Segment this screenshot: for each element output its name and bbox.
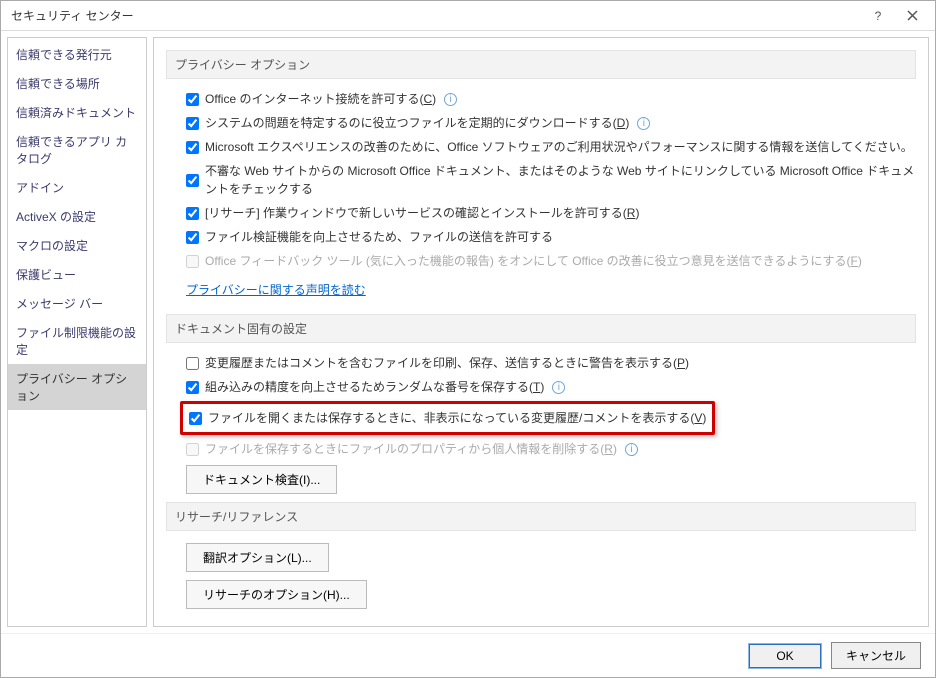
sidebar-item-trusted-locations[interactable]: 信頼できる場所 bbox=[8, 69, 146, 98]
document-inspector-button[interactable]: ドキュメント検査(I)... bbox=[186, 465, 337, 494]
window-title: セキュリティ センター bbox=[11, 7, 861, 24]
sidebar-item-macro[interactable]: マクロの設定 bbox=[8, 231, 146, 260]
close-button[interactable] bbox=[895, 4, 929, 28]
opt-download-files: システムの問題を特定するのに役立つファイルを定期的にダウンロードする(D) i bbox=[166, 111, 916, 135]
info-icon[interactable]: i bbox=[637, 117, 650, 130]
sidebar-item-privacy-options[interactable]: プライバシー オプション bbox=[8, 364, 146, 410]
checkbox-send-usage[interactable] bbox=[186, 141, 199, 154]
section-research: リサーチ/リファレンス bbox=[166, 502, 916, 531]
checkbox-file-validation[interactable] bbox=[186, 231, 199, 244]
section-privacy-options: プライバシー オプション bbox=[166, 50, 916, 79]
section-doc-specific: ドキュメント固有の設定 bbox=[166, 314, 916, 343]
checkbox-show-hidden-revisions[interactable] bbox=[189, 412, 202, 425]
dialog-body: 信頼できる発行元 信頼できる場所 信頼済みドキュメント 信頼できるアプリ カタロ… bbox=[1, 31, 935, 633]
category-sidebar: 信頼できる発行元 信頼できる場所 信頼済みドキュメント 信頼できるアプリ カタロ… bbox=[7, 37, 147, 627]
checkbox-check-suspicious[interactable] bbox=[186, 174, 199, 187]
sidebar-item-activex[interactable]: ActiveX の設定 bbox=[8, 202, 146, 231]
opt-store-random: 組み込みの精度を向上させるためランダムな番号を保存する(T) i bbox=[166, 375, 916, 399]
ok-button[interactable]: OK bbox=[749, 644, 821, 668]
info-icon[interactable]: i bbox=[625, 443, 638, 456]
sidebar-item-message-bar[interactable]: メッセージ バー bbox=[8, 289, 146, 318]
checkbox-allow-internet[interactable] bbox=[186, 93, 199, 106]
opt-remove-personal-info: ファイルを保存するときにファイルのプロパティから個人情報を削除する(R) i bbox=[166, 437, 916, 461]
sidebar-item-trusted-documents[interactable]: 信頼済みドキュメント bbox=[8, 98, 146, 127]
opt-feedback-tool: Office フィードバック ツール (気に入った機能の報告) をオンにして O… bbox=[166, 249, 916, 273]
help-button[interactable]: ? bbox=[861, 4, 895, 28]
sidebar-item-addins[interactable]: アドイン bbox=[8, 173, 146, 202]
opt-allow-internet: Office のインターネット接続を許可する(C) i bbox=[166, 87, 916, 111]
checkbox-warn-on-print[interactable] bbox=[186, 357, 199, 370]
opt-research-services: [リサーチ] 作業ウィンドウで新しいサービスの確認とインストールを許可する(R) bbox=[166, 201, 916, 225]
checkbox-download-files[interactable] bbox=[186, 117, 199, 130]
checkbox-feedback-tool bbox=[186, 255, 199, 268]
research-options-button[interactable]: リサーチのオプション(H)... bbox=[186, 580, 367, 609]
content-panel: プライバシー オプション Office のインターネット接続を許可する(C) i… bbox=[153, 37, 929, 627]
info-icon[interactable]: i bbox=[552, 381, 565, 394]
opt-send-usage: Microsoft エクスペリエンスの改善のために、Office ソフトウェアの… bbox=[166, 135, 916, 159]
checkbox-remove-personal-info bbox=[186, 443, 199, 456]
cancel-button[interactable]: キャンセル bbox=[831, 642, 921, 669]
opt-show-hidden-revisions: ファイルを開くまたは保存するときに、非表示になっている変更履歴/コメントを表示す… bbox=[183, 406, 706, 430]
title-bar: セキュリティ センター ? bbox=[1, 1, 935, 31]
opt-file-validation: ファイル検証機能を向上させるため、ファイルの送信を許可する bbox=[166, 225, 916, 249]
dialog-footer: OK キャンセル bbox=[1, 633, 935, 677]
checkbox-research-services[interactable] bbox=[186, 207, 199, 220]
highlighted-option: ファイルを開くまたは保存するときに、非表示になっている変更履歴/コメントを表示す… bbox=[180, 401, 715, 435]
sidebar-item-trusted-publishers[interactable]: 信頼できる発行元 bbox=[8, 40, 146, 69]
privacy-statement-link[interactable]: プライバシーに関する声明を読む bbox=[186, 281, 366, 298]
opt-check-suspicious: 不審な Web サイトからの Microsoft Office ドキュメント、ま… bbox=[166, 159, 916, 201]
sidebar-item-protected-view[interactable]: 保護ビュー bbox=[8, 260, 146, 289]
sidebar-item-trusted-app-catalogs[interactable]: 信頼できるアプリ カタログ bbox=[8, 127, 146, 173]
translation-options-button[interactable]: 翻訳オプション(L)... bbox=[186, 543, 329, 572]
sidebar-item-file-block[interactable]: ファイル制限機能の設定 bbox=[8, 318, 146, 364]
opt-warn-on-print: 変更履歴またはコメントを含むファイルを印刷、保存、送信するときに警告を表示する(… bbox=[166, 351, 916, 375]
checkbox-store-random[interactable] bbox=[186, 381, 199, 394]
info-icon[interactable]: i bbox=[444, 93, 457, 106]
